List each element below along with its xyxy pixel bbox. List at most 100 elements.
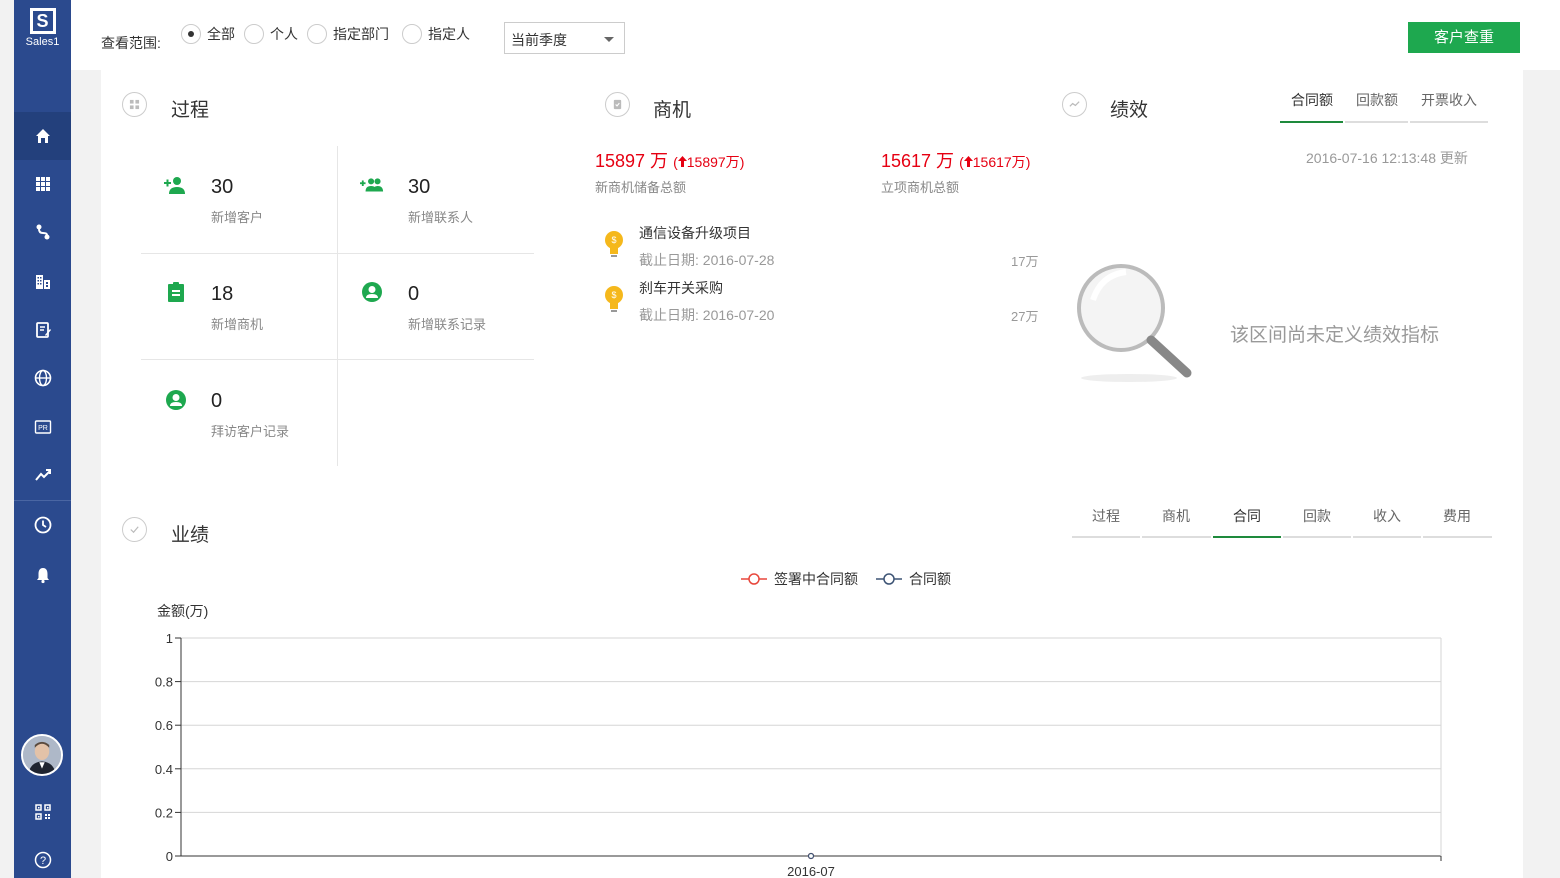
stat-new-contacts-label: 新增联系人	[408, 210, 474, 225]
perf-tab-invoice[interactable]: 开票收入	[1410, 90, 1488, 110]
lightbulb-icon: $	[605, 286, 623, 312]
nav-qr[interactable]	[14, 788, 71, 836]
stat-visit-records-value: 0	[211, 390, 223, 412]
add-contacts-icon	[360, 178, 384, 192]
buildings-icon	[35, 275, 50, 289]
arrow-up-icon	[677, 156, 687, 167]
lightbulb-icon: $	[605, 231, 623, 257]
clipboard-check-icon	[613, 99, 622, 110]
scope-radio-personal[interactable]: 个人	[244, 24, 298, 44]
y-tick-label: 0	[166, 849, 173, 864]
dashboard-icon	[129, 99, 140, 110]
perf-tab-underline	[1410, 121, 1488, 123]
results-tab-underline	[1072, 536, 1140, 538]
edit-doc-icon	[35, 322, 51, 338]
scope-radio-department[interactable]: 指定部门	[307, 24, 389, 44]
opportunity-item-name[interactable]: 刹车开关采购	[639, 278, 723, 298]
results-tab-process[interactable]: 过程	[1072, 506, 1140, 526]
person-circle-icon	[166, 390, 186, 410]
new-opportunity-total-value: 15897 万	[595, 151, 669, 171]
arrow-up-icon	[963, 156, 973, 167]
nav-apps[interactable]	[14, 160, 71, 208]
nav-global[interactable]	[14, 354, 71, 402]
check-icon	[130, 526, 139, 534]
perf-tab-payment[interactable]: 回款额	[1345, 90, 1409, 110]
svg-text:PR: PR	[38, 425, 48, 432]
scope-label: 查看范围:	[101, 35, 161, 51]
chevron-down-icon	[604, 37, 614, 42]
grid-icon	[35, 177, 50, 191]
radio-label: 指定部门	[333, 26, 389, 42]
period-select[interactable]: 当前季度	[504, 22, 625, 54]
results-title: 业绩	[171, 525, 210, 546]
performance-updated-time: 2016-07-16 12:13:48 更新	[1306, 150, 1468, 166]
y-tick-label: 0.2	[155, 805, 173, 820]
clock-icon	[34, 516, 51, 534]
results-tab-underline	[1423, 536, 1492, 538]
radio-dot[interactable]	[181, 24, 201, 44]
stat-new-opportunities-label: 新增商机	[211, 317, 264, 332]
results-tab-underline	[1213, 536, 1281, 538]
perf-tab-underline	[1280, 121, 1343, 123]
legend-label: 合同额	[909, 571, 951, 587]
opportunity-item-name[interactable]: 通信设备升级项目	[639, 223, 751, 243]
radio-dot[interactable]	[244, 24, 264, 44]
home-icon	[35, 129, 50, 143]
project-opportunity-total-label: 立项商机总额	[881, 180, 960, 195]
project-opportunity-total-change: (15617万)	[959, 154, 1031, 170]
results-tab-underline	[1142, 536, 1211, 538]
process-title: 过程	[171, 100, 210, 121]
stat-new-contact-records-label: 新增联系记录	[408, 317, 487, 332]
perf-tab-contract[interactable]: 合同额	[1280, 90, 1344, 110]
help-icon: ?	[34, 851, 51, 869]
radio-dot[interactable]	[402, 24, 422, 44]
results-tab-opportunity[interactable]: 商机	[1142, 506, 1210, 526]
logo-mark: S	[29, 8, 56, 34]
stat-visit-records-label: 拜访客户记录	[211, 424, 290, 439]
scope-radio-person[interactable]: 指定人	[402, 24, 470, 44]
trend-icon	[1069, 101, 1080, 107]
scope-radio-all[interactable]: 全部	[181, 24, 235, 44]
dashboard-main: 过程 30 新增客户 30 新增联系人 18 新增商机 0 新增联系记录 0 拜…	[101, 70, 1523, 878]
y-tick-label: 0.6	[155, 718, 173, 733]
nav-history[interactable]	[14, 501, 71, 549]
nav-help[interactable]: ?	[14, 836, 71, 878]
app-logo[interactable]: S Sales1	[14, 8, 71, 48]
results-tab-contract[interactable]: 合同	[1213, 506, 1281, 526]
legend-label: 签署中合同额	[774, 571, 858, 587]
qr-code-icon	[34, 804, 51, 820]
stat-new-opportunities-value: 18	[211, 283, 234, 305]
results-line-chart: 签署中合同额 合同额金额(万) 1 0.8 0.6 0.4 0.2 0 2016-07	[155, 571, 1442, 878]
nav-records[interactable]	[14, 306, 71, 354]
trend-icon	[34, 469, 51, 481]
opportunity-section-icon	[605, 92, 630, 117]
perf-tab-underline	[1345, 121, 1408, 123]
pr-icon: PR	[34, 420, 51, 434]
nav-home[interactable]	[14, 112, 71, 160]
sidebar: S Sales1 PR ?	[14, 0, 71, 878]
legend-marker	[883, 573, 895, 585]
nav-companies[interactable]	[14, 258, 71, 306]
nav-notifications[interactable]	[14, 551, 71, 599]
opportunity-item-amount: 17万	[1011, 254, 1039, 269]
radio-dot[interactable]	[307, 24, 327, 44]
results-tab-payment[interactable]: 回款	[1283, 506, 1351, 526]
user-avatar[interactable]	[21, 734, 63, 776]
change-text: 15897万	[686, 154, 740, 170]
opportunity-title: 商机	[653, 100, 692, 121]
customer-dedupe-button[interactable]: 客户查重	[1408, 22, 1520, 53]
svg-text:?: ?	[39, 855, 45, 867]
performance-section-icon	[1062, 92, 1087, 117]
nav-pr[interactable]: PR	[14, 403, 71, 451]
radio-label: 个人	[270, 26, 298, 42]
nav-trend[interactable]	[14, 451, 71, 499]
person-circle-icon	[362, 282, 382, 302]
svg-text:$: $	[611, 290, 616, 300]
results-tab-income[interactable]: 收入	[1353, 506, 1421, 526]
results-tab-underline	[1283, 536, 1351, 538]
nav-route[interactable]	[14, 208, 71, 256]
avatar-portrait-icon	[23, 736, 61, 774]
add-customer-icon	[164, 177, 185, 194]
change-text: 15617万	[972, 154, 1026, 170]
results-tab-expense[interactable]: 费用	[1423, 506, 1491, 526]
